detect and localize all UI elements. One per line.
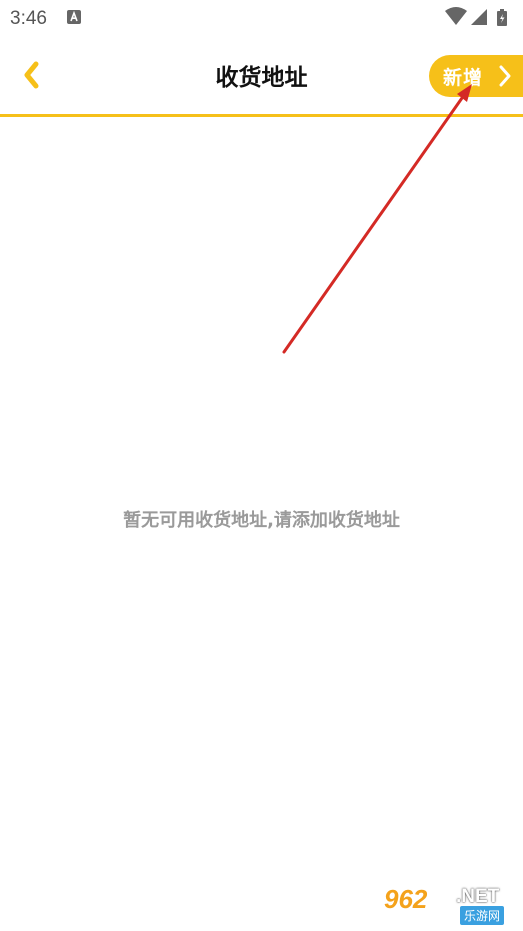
chevron-right-icon [499, 65, 511, 87]
signal-icon [471, 9, 487, 25]
battery-icon [497, 9, 507, 26]
wifi-icon [445, 7, 467, 25]
a-notification-icon [67, 10, 81, 24]
watermark-logo: 962 .NET 乐游网 [384, 884, 518, 926]
annotation-arrow [282, 84, 472, 354]
watermark-number: 962 [384, 884, 428, 914]
add-button-label: 新增 [443, 66, 484, 89]
watermark-net: .NET [456, 886, 500, 907]
status-right-icons [445, 7, 507, 26]
watermark-sub: 乐游网 [460, 906, 505, 925]
header: 收货地址 新增 [0, 36, 523, 117]
empty-address-message: 暂无可用收货地址,请添加收货地址 [123, 510, 400, 531]
status-time: 3:46 [10, 8, 47, 29]
status-bar: 3:46 [0, 0, 523, 36]
add-address-button[interactable]: 新增 [429, 55, 523, 97]
